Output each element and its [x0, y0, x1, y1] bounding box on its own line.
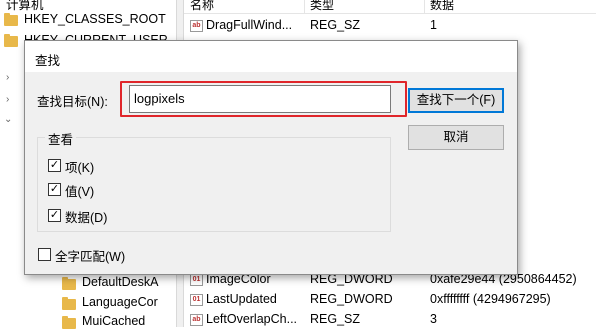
value-name[interactable]: LeftOverlapCh...	[206, 312, 304, 326]
value-data: 0xffffffff (4294967295)	[430, 292, 551, 306]
folder-icon	[62, 316, 76, 329]
folder-icon	[4, 13, 18, 26]
checkbox-values[interactable]: ✓	[48, 183, 61, 196]
reg-string-icon: ab	[190, 20, 203, 32]
chevron-right-icon[interactable]: ›	[6, 94, 9, 105]
value-type: REG_SZ	[310, 18, 361, 32]
dialog-title: 查找	[35, 54, 61, 68]
column-data[interactable]: 数据	[430, 0, 454, 13]
cancel-button[interactable]: 取消	[408, 125, 504, 150]
find-dialog: 查找 查找目标(N): logpixels 查找下一个(F) 取消 查看 ✓ 项…	[24, 40, 518, 275]
value-name[interactable]: DragFullWind...	[206, 18, 304, 32]
column-name[interactable]: 名称	[190, 0, 214, 13]
column-header: 名称 类型 数据	[184, 0, 596, 14]
value-data: 3	[430, 312, 437, 326]
find-next-button[interactable]: 查找下一个(F)	[408, 88, 504, 113]
chevron-down-icon[interactable]: ⌄	[4, 114, 12, 125]
value-type: REG_DWORD	[310, 292, 393, 306]
checkbox-match-whole-label[interactable]: 全字匹配(W)	[55, 246, 125, 265]
reg-string-icon: ab	[190, 314, 203, 326]
reg-binary-icon: 01	[190, 274, 203, 286]
column-type[interactable]: 类型	[310, 0, 334, 13]
checkbox-keys[interactable]: ✓	[48, 159, 61, 172]
value-data: 1	[430, 18, 437, 32]
tree-item-languagecor[interactable]: LanguageCor	[82, 295, 160, 309]
find-target-label: 查找目标(N):	[37, 95, 108, 109]
value-name[interactable]: LastUpdated	[206, 292, 277, 306]
tree-item-defaultdeska[interactable]: DefaultDeskA	[82, 275, 160, 289]
chevron-right-icon[interactable]: ›	[6, 72, 9, 83]
tree-item-muicached[interactable]: MuiCached	[82, 314, 145, 328]
checkbox-values-label[interactable]: 值(V)	[65, 181, 94, 200]
checkbox-data-label[interactable]: 数据(D)	[65, 207, 107, 226]
folder-icon	[62, 297, 76, 310]
checkbox-keys-label[interactable]: 项(K)	[65, 157, 94, 176]
dialog-titlebar[interactable]	[25, 41, 517, 72]
reg-binary-icon: 01	[190, 294, 203, 306]
look-at-label: 查看	[45, 129, 77, 148]
highlight-box	[120, 81, 407, 117]
checkbox-data[interactable]: ✓	[48, 209, 61, 222]
folder-icon	[4, 34, 18, 47]
checkbox-match-whole[interactable]	[38, 248, 51, 261]
value-type: REG_SZ	[310, 312, 361, 326]
folder-icon	[62, 277, 76, 290]
tree-item-hkcr[interactable]: HKEY_CLASSES_ROOT	[24, 12, 166, 26]
